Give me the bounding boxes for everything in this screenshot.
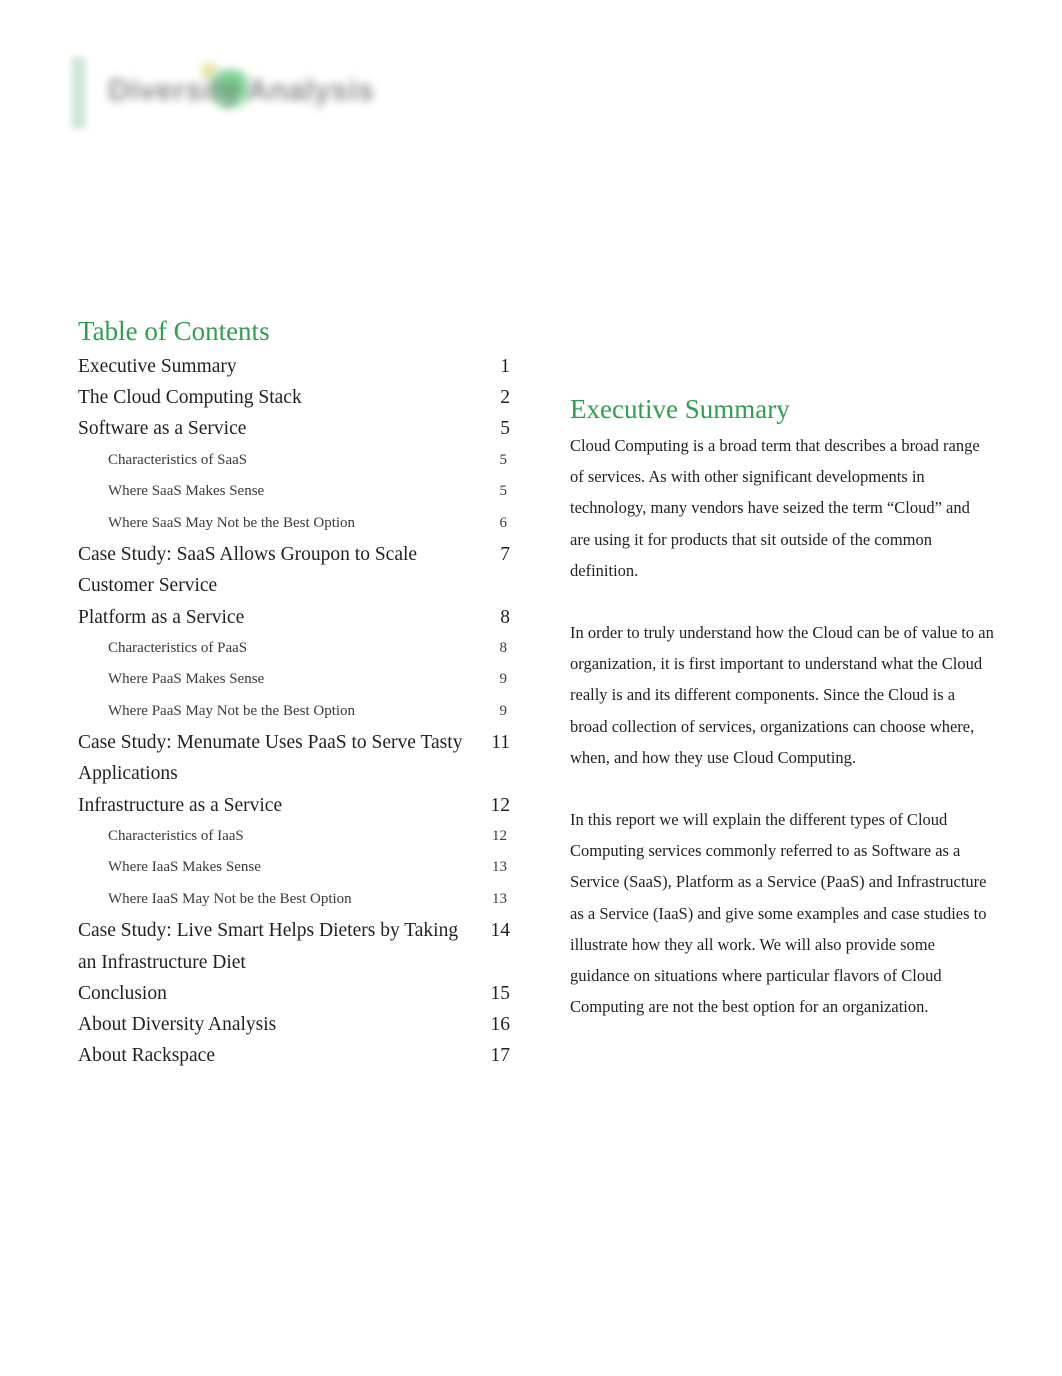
- executive-summary-paragraph-3: In this report we will explain the diffe…: [570, 810, 987, 1017]
- toc-entry-label: Characteristics of PaaS: [108, 639, 248, 656]
- toc-entry-infrastructure-as-a-service[interactable]: Infrastructure as a Service 12: [78, 790, 510, 821]
- toc-entry-label: Where PaaS Makes Sense: [108, 671, 265, 688]
- toc-entry-label: Software as a Service: [78, 418, 247, 440]
- toc-entry-page: 1: [500, 356, 510, 377]
- toc-entry-characteristics-of-saas[interactable]: Characteristics of SaaS 5: [78, 445, 510, 477]
- toc-entry-label: Where IaaS Makes Sense: [108, 859, 261, 876]
- logo-wordmark: Diversity Analysis: [108, 74, 375, 107]
- toc-entry-label: Case Study: Live Smart Helps Dieters by …: [78, 920, 459, 973]
- table-of-contents: Table of Contents Executive Summary 1 Th…: [78, 314, 510, 1071]
- toc-entry-about-rackspace[interactable]: About Rackspace 17: [78, 1040, 510, 1071]
- toc-entry-page: 8: [499, 639, 508, 656]
- toc-entry-page: 17: [490, 1045, 511, 1067]
- toc-entry-label: Case Study: SaaS Allows Groupon to Scale…: [78, 544, 418, 597]
- executive-summary-section: Executive Summary Cloud Computing is a b…: [570, 392, 994, 1022]
- toc-entry-label: Infrastructure as a Service: [78, 794, 283, 816]
- toc-heading: Table of Contents: [78, 316, 270, 346]
- toc-entry-label: Conclusion: [78, 982, 167, 1004]
- toc-entry-where-saas-makes-sense[interactable]: Where SaaS Makes Sense 5: [78, 476, 510, 508]
- company-logo: Diversity Analysis: [68, 52, 374, 138]
- toc-entry-platform-as-a-service[interactable]: Platform as a Service 8: [78, 602, 510, 633]
- toc-entry-label: About Rackspace: [78, 1045, 215, 1067]
- toc-entry-page: 2: [500, 387, 510, 409]
- toc-entry-label: Where IaaS May Not be the Best Option: [108, 890, 352, 907]
- toc-entry-label: Case Study: Menumate Uses PaaS to Serve …: [78, 732, 463, 785]
- toc-entry-case-study-menumate[interactable]: Case Study: Menumate Uses PaaS to Serve …: [78, 727, 510, 789]
- executive-summary-heading: Executive Summary: [570, 394, 790, 424]
- toc-entry-where-iaas-may-not-be-the-best-option[interactable]: Where IaaS May Not be the Best Option 13: [78, 884, 510, 916]
- toc-entry-the-cloud-computing-stack[interactable]: The Cloud Computing Stack 2: [78, 382, 510, 413]
- toc-entry-label: Executive Summary: [78, 356, 237, 377]
- toc-entry-page: 13: [492, 890, 507, 907]
- document-page: Diversity Analysis Table of Contents Exe…: [0, 0, 1062, 1376]
- toc-entry-executive-summary[interactable]: Executive Summary 1: [78, 351, 510, 382]
- toc-entry-where-paas-may-not-be-the-best-option[interactable]: Where PaaS May Not be the Best Option 9: [78, 696, 510, 728]
- toc-entry-page: 15: [490, 982, 511, 1004]
- toc-entry-case-study-groupon[interactable]: Case Study: SaaS Allows Groupon to Scale…: [78, 539, 510, 601]
- toc-entry-conclusion[interactable]: Conclusion 15: [78, 978, 510, 1009]
- toc-entry-label: Where SaaS Makes Sense: [108, 483, 265, 500]
- toc-entry-page: 14: [490, 920, 511, 942]
- toc-entry-page: 16: [490, 1013, 511, 1035]
- toc-entry-characteristics-of-paas[interactable]: Characteristics of PaaS 8: [78, 633, 510, 665]
- toc-entry-page: 9: [499, 671, 508, 688]
- toc-entry-page: 13: [492, 859, 507, 876]
- toc-entry-label: Platform as a Service: [78, 606, 245, 628]
- executive-summary-paragraph-2: In order to truly understand how the Clo…: [570, 623, 994, 767]
- toc-entry-page: 8: [500, 606, 510, 628]
- executive-summary-paragraph-1: Cloud Computing is a broad term that des…: [570, 436, 980, 580]
- toc-entry-about-diversity-analysis[interactable]: About Diversity Analysis 16: [78, 1009, 510, 1040]
- toc-entry-case-study-live-smart[interactable]: Case Study: Live Smart Helps Dieters by …: [78, 915, 510, 977]
- toc-entry-page: 12: [492, 827, 507, 844]
- toc-entry-page: 9: [499, 702, 508, 719]
- toc-entry-label: Where PaaS May Not be the Best Option: [108, 702, 356, 719]
- toc-entry-page: 5: [500, 418, 510, 440]
- toc-entry-label: Where SaaS May Not be the Best Option: [108, 514, 356, 531]
- toc-entry-label: Characteristics of IaaS: [108, 827, 244, 844]
- toc-entry-software-as-a-service[interactable]: Software as a Service 5: [78, 413, 510, 444]
- logo-bar-icon: [71, 57, 86, 129]
- toc-entry-label: The Cloud Computing Stack: [78, 387, 302, 409]
- toc-entry-where-saas-may-not-be-the-best-option[interactable]: Where SaaS May Not be the Best Option 6: [78, 508, 510, 540]
- toc-entry-page: 12: [490, 794, 511, 816]
- toc-entry-page: 6: [499, 514, 508, 531]
- toc-entry-label: Characteristics of SaaS: [108, 451, 248, 468]
- toc-entry-page: 7: [500, 544, 510, 566]
- toc-list: Executive Summary 1 The Cloud Computing …: [78, 351, 510, 1071]
- toc-entry-where-iaas-makes-sense[interactable]: Where IaaS Makes Sense 13: [78, 852, 510, 884]
- toc-entry-page: 11: [491, 732, 510, 754]
- toc-entry-page: 5: [499, 451, 508, 468]
- toc-entry-page: 5: [499, 483, 508, 500]
- toc-entry-characteristics-of-iaas[interactable]: Characteristics of IaaS 12: [78, 821, 510, 853]
- toc-entry-where-paas-makes-sense[interactable]: Where PaaS Makes Sense 9: [78, 664, 510, 696]
- toc-entry-label: About Diversity Analysis: [78, 1013, 277, 1035]
